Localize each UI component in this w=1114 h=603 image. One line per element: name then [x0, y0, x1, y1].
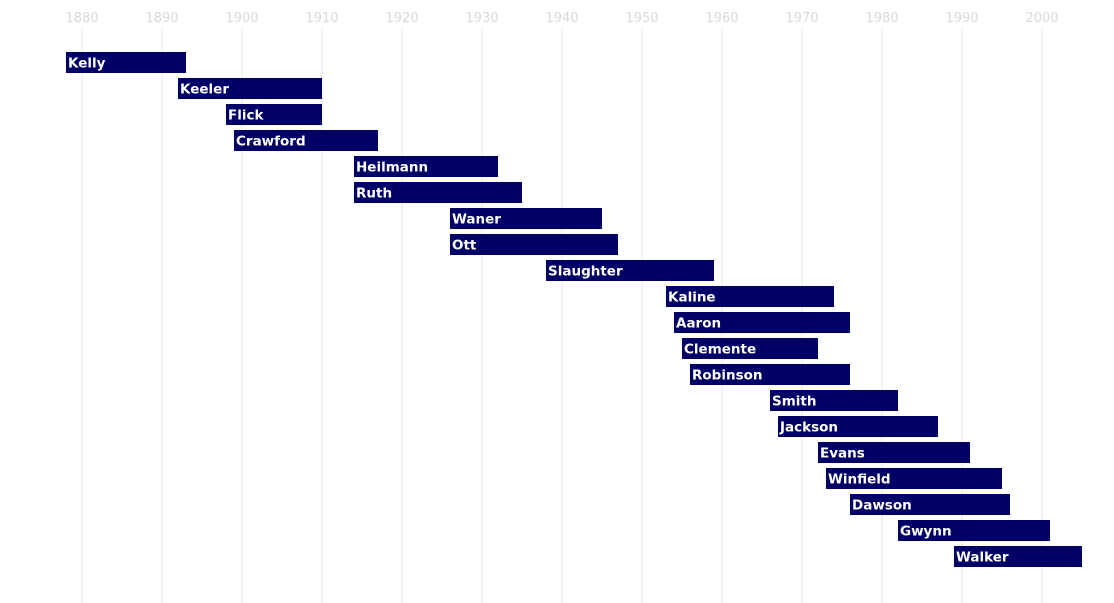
bar-label: Kaline — [668, 290, 716, 306]
x-tick-label: 1950 — [625, 11, 658, 26]
bar-label: Gwynn — [900, 524, 952, 540]
bar-dawson: Dawson — [850, 494, 1010, 515]
bar-label: Clemente — [684, 342, 756, 358]
x-tick-label: 2000 — [1025, 11, 1058, 26]
x-tick-label: 1890 — [145, 11, 178, 26]
x-tick-label: 1910 — [305, 11, 338, 26]
bar-label: Crawford — [236, 134, 306, 150]
x-axis-ticks: 1880 1890 1900 1910 1920 1930 1940 1950 1960 1970… — [65, 11, 1058, 26]
x-tick-label: 1990 — [945, 11, 978, 26]
bar-smith: Smith — [770, 390, 898, 411]
timeline-chart: 1880 1890 1900 1910 1920 1930 1940 1950 1960 1970… — [65, 11, 1082, 603]
x-tick-label: 1880 — [65, 11, 98, 26]
bar-heilmann: Heilmann — [354, 156, 498, 177]
x-tick-label: 1970 — [785, 11, 818, 26]
bar-label: Keeler — [180, 82, 229, 98]
bar-clemente: Clemente — [682, 338, 818, 359]
bar-label: Winfield — [828, 472, 891, 488]
bar-jackson: Jackson — [778, 416, 938, 437]
bar-label: Robinson — [692, 368, 763, 384]
bar-ruth: Ruth — [354, 182, 522, 203]
bar-label: Jackson — [779, 420, 838, 436]
x-tick-label: 1980 — [865, 11, 898, 26]
bar-kelly: Kelly — [66, 52, 186, 73]
bar-label: Flick — [228, 108, 264, 124]
bar-label: Smith — [772, 394, 816, 410]
bar-label: Aaron — [676, 316, 721, 332]
bars: Kelly Keeler Flick Crawford Heilmann Ruth Wane… — [66, 52, 1082, 567]
bar-winfield: Winfield — [826, 468, 1002, 489]
bar-waner: Waner — [450, 208, 602, 229]
bar-evans: Evans — [818, 442, 970, 463]
bar-kaline: Kaline — [666, 286, 834, 307]
x-tick-label: 1960 — [705, 11, 738, 26]
bar-label: Evans — [820, 446, 865, 462]
bar-aaron: Aaron — [674, 312, 850, 333]
x-tick-label: 1930 — [465, 11, 498, 26]
bar-label: Dawson — [852, 498, 912, 514]
bar-slaughter: Slaughter — [546, 260, 714, 281]
bar-walker: Walker — [954, 546, 1082, 567]
bar-robinson: Robinson — [690, 364, 850, 385]
x-tick-label: 1940 — [545, 11, 578, 26]
bar-ott: Ott — [450, 234, 618, 255]
bar-label: Slaughter — [548, 264, 623, 280]
bar-crawford: Crawford — [234, 130, 378, 151]
bar-label: Kelly — [68, 56, 106, 72]
x-tick-label: 1920 — [385, 11, 418, 26]
bar-label: Waner — [452, 212, 501, 228]
bar-label: Ott — [452, 238, 477, 254]
x-tick-label: 1900 — [225, 11, 258, 26]
bar-keeler: Keeler — [178, 78, 322, 99]
bar-label: Ruth — [356, 186, 392, 202]
bar-flick: Flick — [226, 104, 322, 125]
bar-label: Heilmann — [356, 160, 428, 176]
bar-gwynn: Gwynn — [898, 520, 1050, 541]
bar-label: Walker — [956, 550, 1009, 566]
